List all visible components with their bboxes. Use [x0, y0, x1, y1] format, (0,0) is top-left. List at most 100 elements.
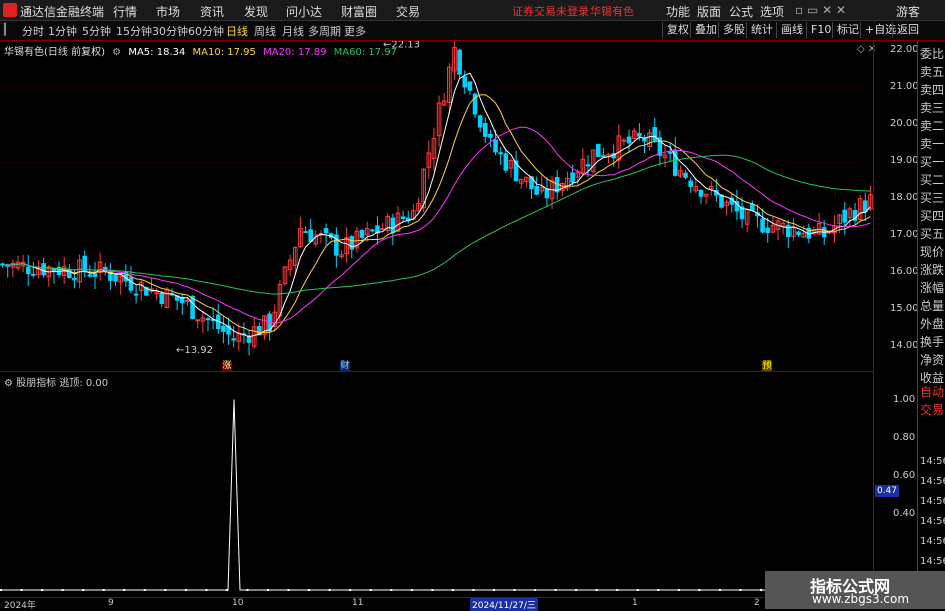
side-item-12: 涨跌 [920, 263, 945, 277]
period-tab-10[interactable]: 更多 [344, 23, 366, 39]
side-item-19[interactable]: 自动 [920, 383, 944, 400]
menu-item-1[interactable]: 市场 [156, 3, 180, 20]
y-tick-label: 18.00 [890, 191, 919, 203]
candle-body [760, 218, 765, 233]
period-tab-8[interactable]: 月线 [282, 23, 304, 39]
y-tick-label: 14.00 [890, 340, 919, 352]
indicator-gear-icon[interactable]: ⚙ [4, 378, 13, 389]
indicator-dot [554, 589, 557, 591]
menu-item-3[interactable]: 发现 [244, 3, 268, 20]
menu-item-4[interactable]: 问小达 [286, 3, 322, 20]
toolbar-button-3[interactable]: 统计 [746, 22, 777, 38]
side-time-2: 14:56 [920, 496, 945, 507]
candle-body [195, 319, 201, 322]
toolbar-button-0[interactable]: 复权 [662, 22, 693, 38]
side-item-7: 买二 [920, 173, 945, 187]
toolbar-button-2[interactable]: 多股 [718, 22, 749, 38]
menu-item-5[interactable]: 财富圈 [341, 3, 377, 20]
login-notice[interactable]: 证券交易未登录 [512, 3, 589, 19]
indicator-dot [184, 589, 187, 591]
candle-body [390, 217, 396, 234]
side-item-6: 买一 [920, 155, 945, 169]
axis-separator [873, 41, 874, 597]
period-tab-2[interactable]: 5分钟 [82, 23, 111, 39]
settings-gear-icon[interactable]: ⚙ [112, 47, 121, 58]
menu-item-0[interactable]: 行情 [113, 3, 137, 20]
candle-body [159, 293, 165, 304]
side-item-16: 换手 [920, 335, 945, 349]
candle-body [626, 136, 632, 144]
candlestick-chart[interactable]: ←22.13←13.92 [0, 41, 873, 371]
side-item-1: 卖五 [920, 65, 945, 79]
x-axis-label: 2024年 [4, 601, 36, 611]
indicator-dot [677, 589, 680, 591]
indicator-dot [267, 589, 270, 591]
indicator-dot [698, 589, 701, 591]
right-menu-item-0[interactable]: 功能 [666, 3, 690, 20]
candle-body [205, 318, 211, 321]
candle-body [698, 189, 704, 197]
right-menu-item-3[interactable]: 选项 [760, 3, 784, 20]
ma5-line [2, 72, 871, 338]
toolbar-button-6[interactable]: 标记 [832, 22, 863, 38]
y-tick-label: 15.00 [890, 303, 919, 315]
indicator-dot [349, 589, 352, 591]
side-item-4: 卖二 [920, 119, 945, 133]
candle-body [595, 143, 601, 157]
menu-item-2[interactable]: 资讯 [200, 3, 224, 20]
side-item-14: 总量 [920, 299, 945, 313]
period-tab-6[interactable]: 日线 [226, 23, 248, 39]
menu-item-6[interactable]: 交易 [396, 3, 420, 20]
right-menu-item-4[interactable]: 游客 [896, 3, 920, 20]
window-buttons-icon[interactable]: ▫ ▭ ✕ ✕ [795, 3, 846, 17]
x-axis-label: 2 [754, 598, 760, 608]
period-tab-3[interactable]: 15分钟 [116, 23, 152, 39]
indicator-dot [575, 589, 578, 591]
candle-body [750, 203, 755, 211]
indicator-dot [41, 589, 44, 591]
candle-body [323, 227, 329, 234]
candle-body [667, 151, 673, 154]
y-tick-label: 22.00 [890, 43, 919, 55]
candle-body [41, 263, 46, 276]
candle-body [544, 188, 550, 199]
candle-body [370, 229, 375, 232]
candle-body [688, 180, 693, 187]
sub-y-tick-label: 0.80 [893, 431, 916, 443]
right-menu-item-1[interactable]: 版面 [697, 3, 721, 20]
indicator-chart[interactable] [0, 372, 873, 597]
sub-y-tick-label: 0.60 [893, 469, 916, 481]
toolbar-button-1[interactable]: 叠加 [690, 22, 721, 38]
candle-body [87, 274, 93, 277]
indicator-dot [534, 589, 537, 591]
candle-body [462, 76, 468, 88]
period-tab-9[interactable]: 多周期 [308, 23, 341, 39]
period-tab-7[interactable]: 周线 [254, 23, 276, 39]
right-menu-item-2[interactable]: 公式 [729, 3, 753, 20]
indicator-dot [164, 589, 167, 591]
candle-body [467, 81, 473, 91]
marker-zhang[interactable]: 涨 [222, 361, 232, 371]
side-item-20[interactable]: 交易 [920, 401, 944, 418]
toolbar-button-4[interactable]: 画线 [776, 22, 807, 38]
period-tab-5[interactable]: 60分钟 [188, 23, 224, 39]
toolbar-button-8[interactable]: 返回 [892, 22, 923, 38]
period-tab-4[interactable]: 30分钟 [152, 23, 188, 39]
toolbar-button-5[interactable]: F10 [806, 22, 835, 38]
candle-body [796, 231, 801, 236]
candle-body [601, 155, 606, 158]
candle-body [842, 209, 848, 223]
ma60-label: MA60: 17.97 [333, 47, 398, 58]
watermark: 指标公式网 www.zbgs3.com [765, 571, 945, 609]
side-item-13: 涨幅 [920, 281, 945, 295]
period-tab-0[interactable]: 分时 [22, 23, 44, 39]
candle-body [31, 273, 36, 276]
current-stock: 华锡有色 [590, 5, 634, 18]
indicator-line [0, 399, 873, 591]
marker-cai[interactable]: 财 [340, 361, 350, 371]
side-item-15: 外盘 [920, 317, 945, 331]
period-tab-1[interactable]: 1分钟 [48, 23, 77, 39]
candle-body [785, 224, 791, 237]
marker-yu[interactable]: 预 [762, 361, 772, 371]
x-axis-label: 2024/11/27/三 [470, 598, 538, 611]
